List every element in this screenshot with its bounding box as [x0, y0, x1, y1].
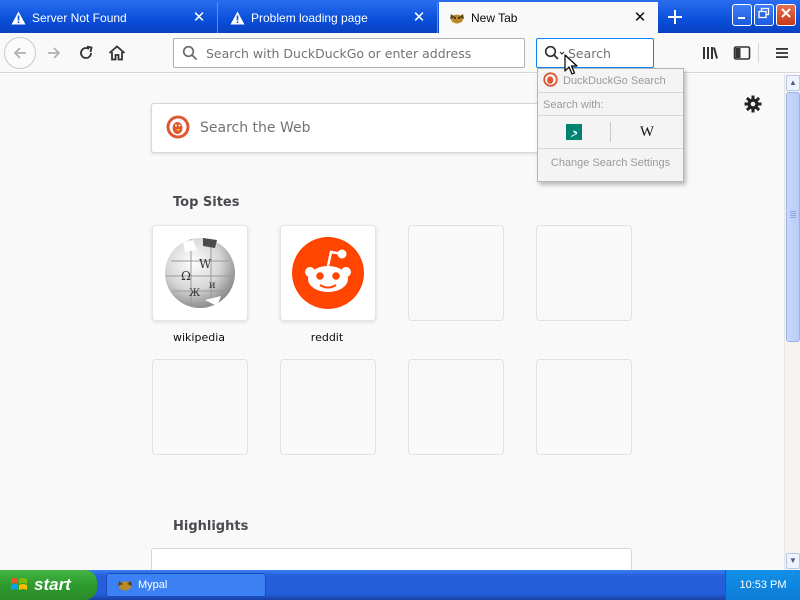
windows-logo-icon	[9, 576, 29, 594]
plus-icon	[668, 10, 682, 24]
bing-icon[interactable]	[538, 116, 610, 148]
forward-button[interactable]	[38, 37, 70, 69]
close-icon[interactable]: ✕	[411, 9, 427, 26]
reddit-logo	[292, 237, 364, 309]
search-icon	[182, 45, 200, 61]
top-site-label: wikipedia	[172, 331, 225, 344]
reload-button[interactable]	[70, 37, 102, 69]
wikipedia-logo: Ω W и Ж	[165, 238, 235, 308]
wikipedia-icon[interactable]: W	[611, 116, 683, 148]
url-input[interactable]	[206, 45, 524, 61]
toolbar-separator	[758, 43, 759, 63]
sidebar-icon	[733, 46, 751, 60]
restore-icon	[758, 7, 770, 19]
start-label: start	[34, 575, 71, 594]
close-icon[interactable]: ✕	[632, 9, 648, 26]
warning-icon	[10, 10, 26, 26]
tab-bar: Server Not Found ✕ Problem loading page …	[0, 0, 800, 33]
url-bar[interactable]	[173, 38, 525, 68]
empty-top-site-slot[interactable]	[408, 359, 504, 455]
library-button[interactable]	[694, 37, 726, 69]
back-button[interactable]	[4, 37, 36, 69]
current-engine-header[interactable]: DuckDuckGo Search	[538, 69, 683, 93]
sidebar-button[interactable]	[726, 37, 758, 69]
tab-new-tab[interactable]: New Tab ✕	[439, 2, 658, 33]
tab-title: New Tab	[471, 10, 518, 25]
tab-title: Problem loading page	[251, 10, 368, 25]
tab-server-not-found[interactable]: Server Not Found ✕	[0, 2, 218, 33]
home-button[interactable]	[101, 37, 133, 69]
search-input[interactable]	[568, 45, 648, 61]
minimize-button[interactable]	[732, 4, 752, 26]
top-sites-heading: Top Sites	[173, 195, 240, 210]
duckduckgo-icon	[543, 71, 558, 90]
tab-title: Server Not Found	[32, 10, 127, 25]
scroll-down-arrow-icon[interactable]: ▼	[786, 553, 800, 569]
hamburger-icon	[776, 48, 788, 58]
gear-icon[interactable]	[743, 94, 763, 114]
search-engine-icon[interactable]	[544, 45, 566, 61]
empty-top-site-slot[interactable]	[280, 359, 376, 455]
tab-problem-loading[interactable]: Problem loading page ✕	[219, 2, 438, 33]
svg-text:W: W	[199, 257, 212, 271]
search-engine-popup: DuckDuckGo Search Search with: W Change …	[537, 68, 684, 182]
change-search-settings-link[interactable]: Change Search Settings	[538, 157, 683, 169]
new-tab-button[interactable]	[662, 4, 688, 30]
scroll-grip	[790, 211, 796, 219]
forward-arrow-icon	[48, 47, 61, 59]
restore-button[interactable]	[754, 4, 774, 26]
window-close-button[interactable]	[776, 4, 796, 26]
home-icon	[108, 45, 126, 61]
clock[interactable]: 10:53 PM	[739, 579, 786, 591]
scroll-thumb[interactable]	[786, 92, 800, 342]
highlight-card[interactable]	[151, 548, 632, 570]
empty-top-site-slot[interactable]	[152, 359, 248, 455]
svg-text:Ж: Ж	[189, 288, 201, 299]
duckduckgo-logo	[166, 115, 190, 142]
navigation-toolbar	[0, 33, 800, 73]
library-icon	[703, 47, 718, 59]
system-tray: 10:53 PM	[725, 570, 800, 600]
search-with-label: Search with:	[543, 99, 604, 111]
taskbar: start Mypal 10:53 PM	[0, 570, 800, 600]
top-site-reddit[interactable]	[280, 225, 376, 321]
close-icon[interactable]: ✕	[191, 9, 207, 26]
start-button[interactable]: start	[0, 570, 97, 600]
one-off-engines: W	[538, 115, 683, 149]
top-site-wikipedia[interactable]: Ω W и Ж	[152, 225, 248, 321]
reload-icon	[80, 45, 93, 59]
highlights-heading: Highlights	[173, 519, 249, 534]
svg-text:Ω: Ω	[181, 269, 191, 283]
top-site-label: reddit	[310, 331, 344, 344]
search-bar[interactable]	[536, 38, 654, 68]
taskbar-item-mypal[interactable]: Mypal	[106, 573, 266, 597]
back-arrow-icon	[13, 47, 26, 59]
taskbar-item-label: Mypal	[138, 579, 168, 591]
mypal-icon	[117, 578, 133, 592]
mypal-icon	[449, 10, 465, 26]
mouse-cursor-icon	[564, 54, 578, 75]
svg-text:и: и	[209, 280, 216, 291]
empty-top-site-slot[interactable]	[536, 225, 632, 321]
menu-button[interactable]	[766, 37, 798, 69]
empty-top-site-slot[interactable]	[408, 225, 504, 321]
warning-icon	[229, 10, 245, 26]
empty-top-site-slot[interactable]	[536, 359, 632, 455]
vertical-scrollbar[interactable]: ▲ ▼	[784, 74, 800, 570]
minimize-icon	[738, 17, 745, 19]
close-icon	[781, 8, 791, 18]
scroll-up-arrow-icon[interactable]: ▲	[786, 75, 800, 91]
engine-header-label: DuckDuckGo Search	[563, 74, 666, 87]
